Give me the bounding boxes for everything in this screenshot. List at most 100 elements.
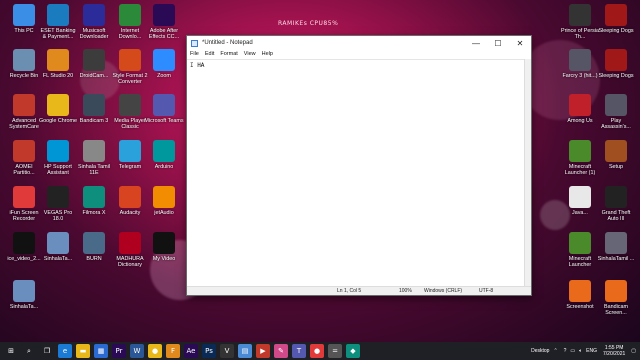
ifun-icon — [13, 186, 35, 208]
desktop-icon-label: Microsoft Teams — [144, 118, 184, 124]
desktop-icon-label: Adobe After Effects CC... — [148, 28, 180, 40]
edge-icon[interactable]: e — [58, 344, 72, 358]
aomei-icon — [13, 140, 35, 162]
desktop-icon[interactable]: Farcry 3 (hit...) — [560, 49, 600, 95]
notepad-statusbar: Ln 1, Col 5 100% Windows (CRLF) UTF-8 — [187, 286, 531, 295]
notepad-window[interactable]: *Untitled - Notepad — ☐ ✕ File Edit Form… — [186, 35, 532, 296]
desktop-icon-label: Prince of Persia Th... — [560, 28, 600, 40]
desktop-icon[interactable]: Bandicam 3 — [74, 94, 114, 140]
screenshot-icon — [569, 280, 591, 302]
desktop-icon[interactable]: Among Us — [560, 94, 600, 140]
menu-view[interactable]: View — [244, 50, 256, 59]
ae-task-icon[interactable]: Ae — [184, 344, 198, 358]
premiere-icon[interactable]: Pr — [112, 344, 126, 358]
desktop-icon[interactable]: HP Support Assistant — [38, 140, 78, 186]
menu-format[interactable]: Format — [220, 50, 237, 59]
start-icon[interactable]: ⊞ — [4, 344, 18, 358]
desktop-icon-label: Play Assassin's... — [601, 118, 631, 130]
desktop-toolbar-label[interactable]: Desktop — [531, 348, 549, 354]
desktop-icon-label: Arduino — [154, 164, 174, 170]
notepad-title: *Untitled - Notepad — [202, 40, 253, 46]
chevron-up-icon[interactable]: ⌃ — [553, 348, 557, 354]
desktop-icon[interactable]: Sleeping Dogs — [596, 49, 636, 95]
my-video-icon — [153, 232, 175, 254]
network-icon[interactable]: ▭ — [570, 348, 575, 354]
menu-file[interactable]: File — [190, 50, 199, 59]
gta3-icon — [605, 186, 627, 208]
desktop-icon[interactable]: Screenshot — [560, 280, 600, 326]
desktop-icon[interactable]: ESET Banking & Payment... — [38, 4, 78, 50]
vegas-task-icon[interactable]: V — [220, 344, 234, 358]
clock[interactable]: 1:55 PM 7/20/2021 — [603, 345, 625, 357]
notepad-titlebar[interactable]: *Untitled - Notepad — ☐ ✕ — [187, 36, 531, 50]
desktop-icon-label: My Video — [152, 256, 176, 262]
desktop-icon[interactable]: Musicsoft Downloader — [74, 4, 114, 50]
hp-icon — [47, 140, 69, 162]
desktop-icon[interactable]: FL Studio 20 — [38, 49, 78, 95]
pc-icon — [13, 4, 35, 26]
desktop-icon[interactable]: Arduino — [144, 140, 184, 186]
desktop-icon[interactable]: Bandicam Screen... — [596, 280, 636, 326]
desktop-icon[interactable]: Minecraft Launcher (1) — [560, 140, 600, 186]
filmora-task-icon[interactable]: ◆ — [346, 344, 360, 358]
style-format-icon — [119, 49, 141, 71]
desktop-icon[interactable]: Sleeping Dogs — [596, 4, 636, 50]
menu-help[interactable]: Help — [262, 50, 273, 59]
desktop-icon[interactable]: VEGAS Pro 18.0 — [38, 186, 78, 232]
close-button[interactable]: ✕ — [509, 36, 531, 50]
word-icon[interactable]: W — [130, 344, 144, 358]
search-icon[interactable]: ⌕ — [22, 344, 36, 358]
volume-icon[interactable]: 🔈︎ — [579, 348, 582, 354]
bandicam-task-icon[interactable]: ● — [310, 344, 324, 358]
notifications-icon[interactable]: ▢ — [631, 348, 636, 354]
maximize-button[interactable]: ☐ — [487, 36, 509, 50]
desktop-icon[interactable]: Microsoft Teams — [144, 94, 184, 140]
calc-task-icon[interactable]: = — [328, 344, 342, 358]
vertical-scrollbar[interactable] — [524, 59, 531, 286]
desktop-icon[interactable]: jetAudio — [144, 186, 184, 232]
file-explorer-icon[interactable]: ▬ — [76, 344, 90, 358]
media-task-icon[interactable]: ▶ — [256, 344, 270, 358]
desktop-icon[interactable]: Sinhala Tamil 11E — [74, 140, 114, 186]
desktop-icon[interactable]: Grand Theft Auto III — [596, 186, 636, 232]
task-view-icon[interactable]: ❐ — [40, 344, 54, 358]
desktop-icon[interactable]: Play Assassin's... — [596, 94, 636, 140]
desktop-icon[interactable]: My Video — [144, 232, 184, 278]
desktop-icon[interactable]: SinhalaTa... — [38, 232, 78, 278]
desktop-icon[interactable]: DroidCam... — [74, 49, 114, 95]
paint-task-icon[interactable]: ✎ — [274, 344, 288, 358]
desktop-icon[interactable]: Setup — [596, 140, 636, 186]
desktop-icon-label: Grand Theft Auto III — [601, 210, 631, 222]
chrome-task-icon[interactable]: ● — [148, 344, 162, 358]
desktop-icon-label: VEGAS Pro 18.0 — [43, 210, 73, 222]
assassins-icon — [605, 94, 627, 116]
ps-task-icon[interactable]: Ps — [202, 344, 216, 358]
notepad-text-area[interactable]: I HA — [187, 59, 531, 286]
store-icon[interactable]: ▦ — [94, 344, 108, 358]
help-icon[interactable]: ? — [564, 348, 567, 354]
notepad-task-icon[interactable]: ▤ — [238, 344, 252, 358]
minecraft-launcher-icon — [569, 232, 591, 254]
desktop-icon[interactable]: Filmora X — [74, 186, 114, 232]
fl-task-icon[interactable]: F — [166, 344, 180, 358]
desktop-icon[interactable]: SinhalaTamil ... — [596, 232, 636, 278]
minimize-button[interactable]: — — [465, 36, 487, 50]
madhura-icon — [119, 232, 141, 254]
desktop-icon[interactable]: Prince of Persia Th... — [560, 4, 600, 50]
recording-overlay-label: RAMIKEs CPU85% — [278, 20, 339, 27]
desktop-icon[interactable]: Java... — [560, 186, 600, 232]
desktop-icon[interactable]: Adobe After Effects CC... — [144, 4, 184, 50]
mpc-icon — [119, 94, 141, 116]
desktop-icon[interactable]: BURN — [74, 232, 114, 278]
teams-task-icon[interactable]: T — [292, 344, 306, 358]
sinhala-file-icon — [47, 232, 69, 254]
desktop-icon[interactable]: SinhalaTa... — [4, 280, 44, 326]
desktop-icon[interactable]: Zoom — [144, 49, 184, 95]
desktop-icon-label: Minecraft Launcher (1) — [564, 164, 596, 176]
zoom-icon — [153, 49, 175, 71]
menu-edit[interactable]: Edit — [205, 50, 214, 59]
desktop-icon[interactable]: Minecraft Launcher — [560, 232, 600, 278]
musicsoft-icon — [83, 4, 105, 26]
language-indicator[interactable]: ENG — [586, 348, 597, 354]
desktop-icon[interactable]: Google Chrome — [38, 94, 78, 140]
